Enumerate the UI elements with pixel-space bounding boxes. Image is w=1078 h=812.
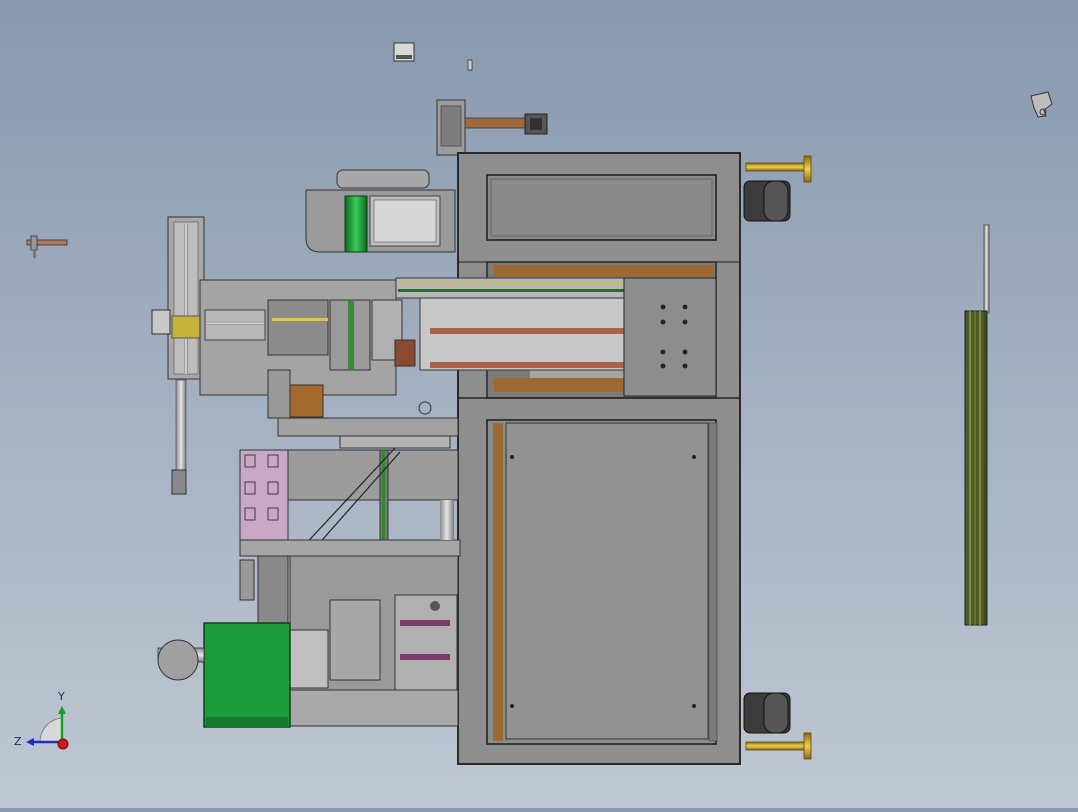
triad-y-label: Y xyxy=(57,690,65,703)
roller-unit xyxy=(305,169,456,253)
floating-part-pin xyxy=(467,59,473,71)
top-mount-bracket xyxy=(436,99,548,156)
lower-mechanism xyxy=(157,555,459,728)
floating-part-left-lever xyxy=(26,235,68,258)
assembly-drawing: Y Z xyxy=(14,42,1053,765)
floating-part-right-bracket xyxy=(1030,91,1053,118)
floating-part-small-block xyxy=(393,42,415,62)
caster-bottom xyxy=(743,692,812,760)
vertical-cylinder xyxy=(151,216,205,495)
caster-top xyxy=(743,155,812,222)
cad-viewport[interactable]: Y Z xyxy=(0,0,1078,808)
triad-z-label: Z xyxy=(14,735,22,748)
floating-part-long-bar xyxy=(964,224,990,626)
coordinate-triad: Y Z xyxy=(14,690,69,750)
main-frame xyxy=(457,152,741,765)
